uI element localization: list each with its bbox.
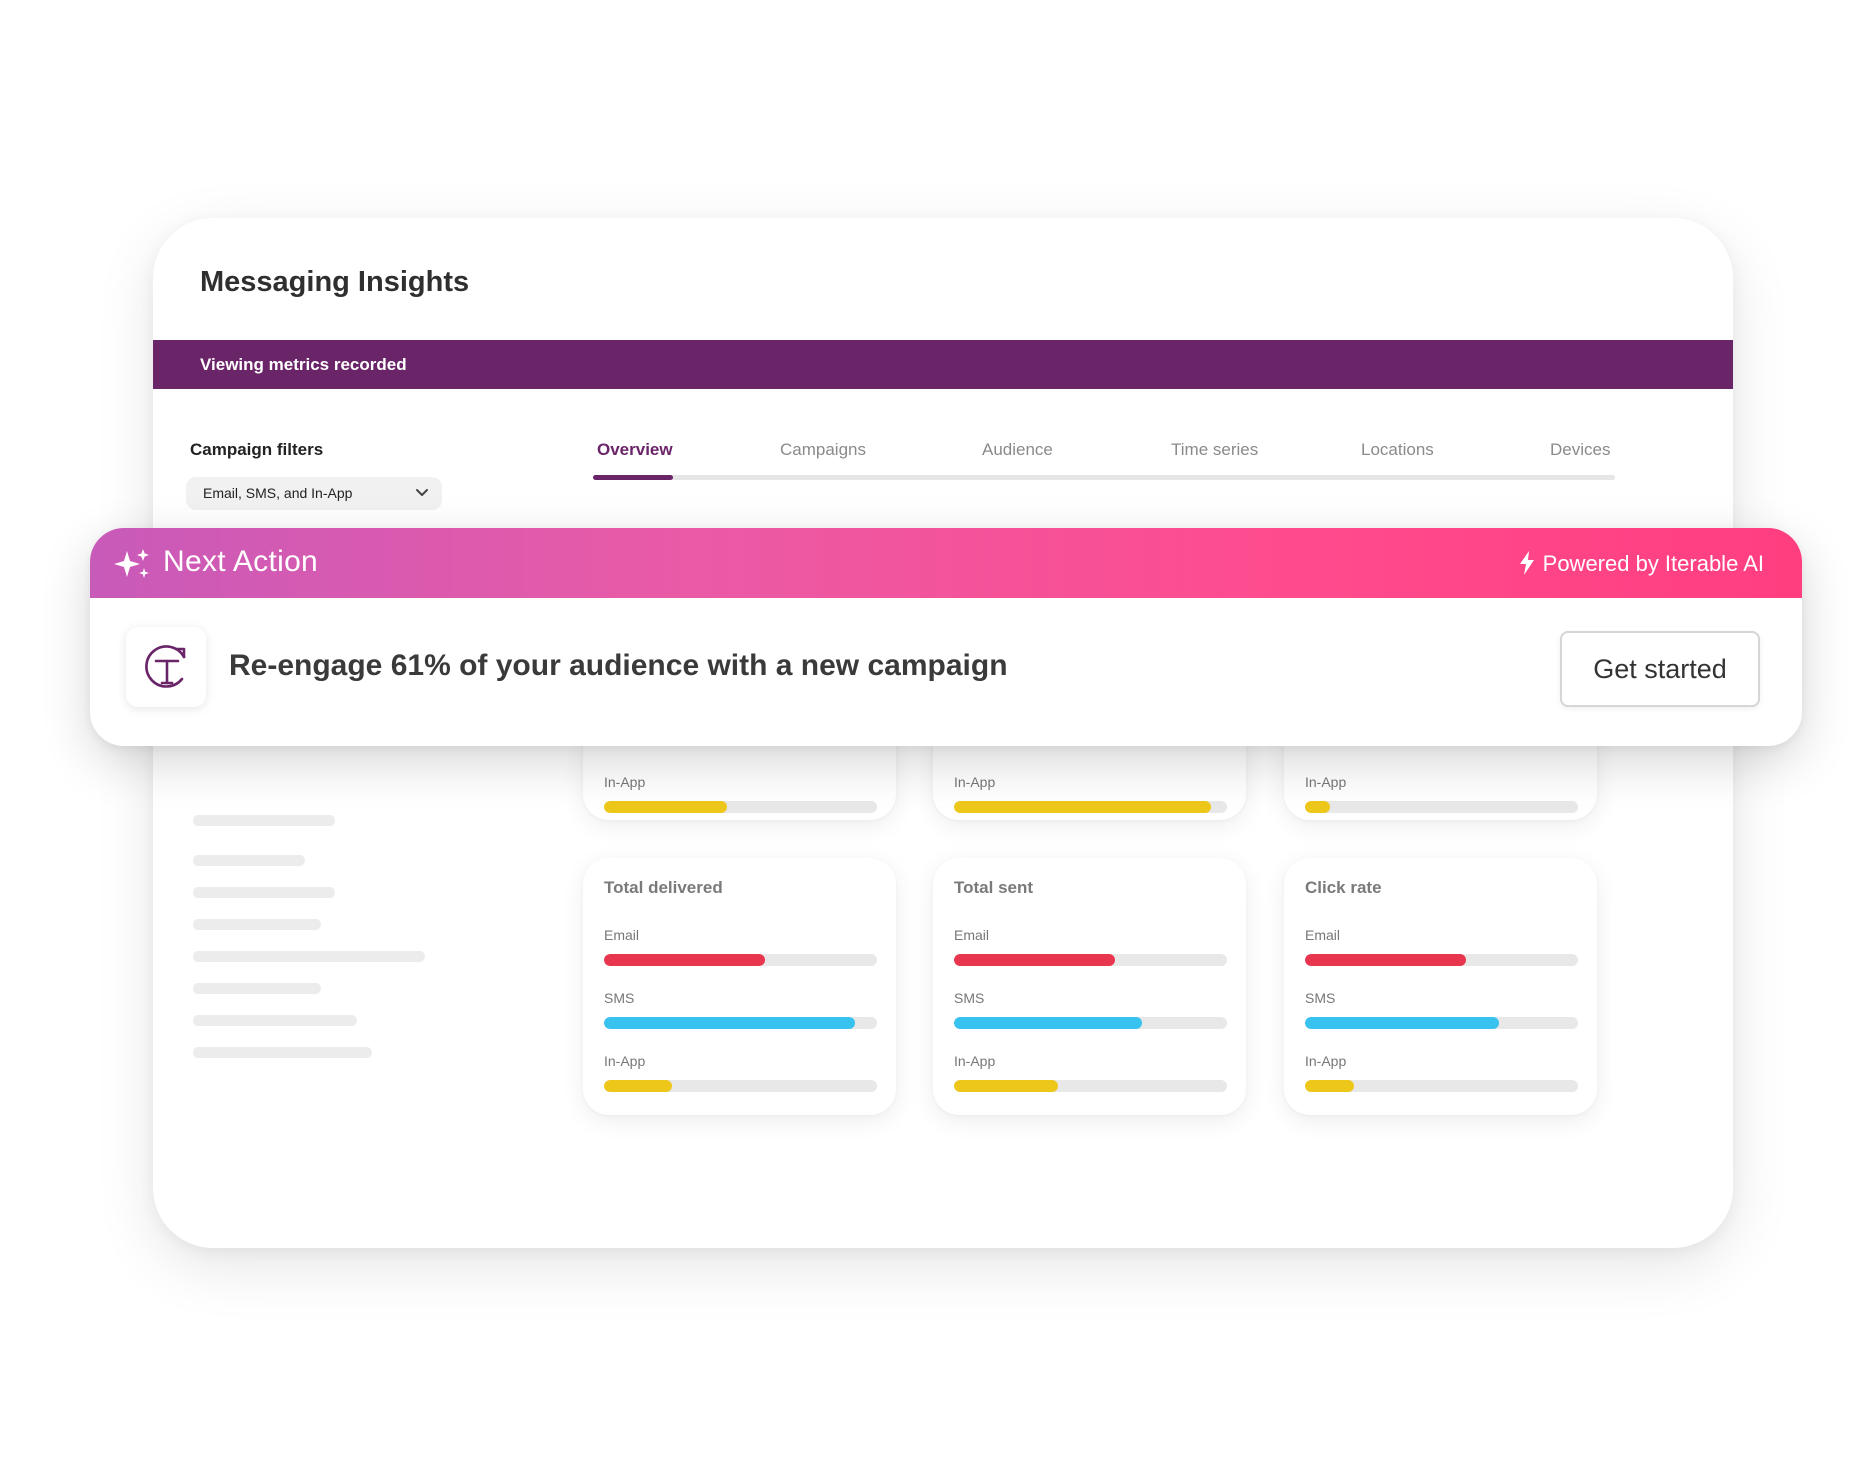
metric-label: Email	[1305, 927, 1341, 943]
get-started-button[interactable]: Get started	[1560, 631, 1760, 707]
metric-card-total-delivered: Total delivered Email SMS In-App	[583, 858, 896, 1115]
next-action-title: Next Action	[163, 545, 319, 578]
metric-bar-track	[1305, 1017, 1578, 1029]
metric-row: In-App	[1305, 1051, 1578, 1092]
metric-bar-fill	[1305, 1017, 1499, 1029]
metric-row: SMS	[1305, 988, 1578, 1029]
tab-audience[interactable]: Audience	[982, 440, 1053, 460]
metric-label: SMS	[604, 990, 635, 1006]
metric-bar-track	[604, 801, 877, 813]
skeleton-line	[193, 1015, 357, 1026]
metric-bar-track	[954, 801, 1227, 813]
re-engage-t-icon	[126, 627, 206, 707]
metric-label: In-App	[954, 1053, 996, 1069]
tab-track	[593, 475, 1615, 480]
metric-label: SMS	[1305, 990, 1336, 1006]
metric-bar-fill	[604, 801, 727, 813]
metric-label: Email	[604, 927, 640, 943]
page-title: Messaging Insights	[200, 266, 470, 298]
metric-bar-fill	[954, 1080, 1058, 1092]
metric-label: In-App	[1305, 1053, 1347, 1069]
skeleton-line	[193, 983, 321, 994]
next-action-message: Re-engage 61% of your audience with a ne…	[229, 649, 1008, 682]
sparkle-icon	[114, 549, 149, 578]
metric-bar-fill	[954, 1017, 1143, 1029]
metric-row: In-App	[1305, 772, 1578, 813]
metrics-banner: Viewing metrics recorded	[153, 340, 1733, 389]
metric-row: In-App	[954, 772, 1227, 813]
metric-row: In-App	[604, 772, 877, 813]
insights-tabs: Overview Campaigns Audience Time series …	[593, 440, 1615, 480]
metric-bar-fill	[1305, 1080, 1355, 1092]
next-action-panel: Next Action Powered by Iterable AI Re-en…	[90, 528, 1802, 746]
metric-bar-fill	[604, 1080, 673, 1092]
metric-bar-track	[604, 954, 877, 966]
metric-bar-track	[1305, 954, 1578, 966]
tab-overview[interactable]: Overview	[597, 440, 673, 460]
tab-time-series[interactable]: Time series	[1171, 440, 1258, 460]
metric-bar-fill	[954, 954, 1116, 966]
metric-bar-fill	[604, 1017, 856, 1029]
metric-bar-track	[954, 1017, 1227, 1029]
skeleton-line	[193, 887, 335, 898]
metric-row: SMS	[954, 988, 1227, 1029]
skeleton-line	[193, 1047, 372, 1058]
metric-card-total-sent: Total sent Email SMS In-App	[933, 858, 1246, 1115]
metric-label: In-App	[1305, 774, 1347, 790]
lightning-bolt-icon	[1519, 551, 1534, 575]
tab-campaigns[interactable]: Campaigns	[780, 440, 866, 460]
metric-row: Email	[954, 925, 1227, 966]
campaign-filter-value: Email, SMS, and In-App	[203, 485, 353, 501]
metric-bar-fill	[1305, 801, 1330, 813]
metric-row: Email	[604, 925, 877, 966]
metric-bar-fill	[604, 954, 766, 966]
campaign-filter-select[interactable]: Email, SMS, and In-App	[186, 477, 442, 510]
powered-by-label: Powered by Iterable AI	[1519, 551, 1764, 577]
metric-row: SMS	[604, 988, 877, 1029]
metric-card-click-rate: Click rate Email SMS In-App	[1284, 858, 1597, 1115]
skeleton-line	[193, 919, 321, 930]
card-title: Total delivered	[604, 878, 723, 897]
metric-row: In-App	[954, 1051, 1227, 1092]
metric-bar-track	[954, 1080, 1227, 1092]
metric-bar-fill	[1305, 954, 1467, 966]
metric-label: In-App	[604, 774, 646, 790]
card-title: Click rate	[1305, 878, 1382, 897]
metric-bar-track	[604, 1080, 877, 1092]
next-action-header: Next Action Powered by Iterable AI	[90, 528, 1802, 598]
campaign-filters-label: Campaign filters	[190, 440, 324, 459]
metric-bar-track	[1305, 801, 1578, 813]
skeleton-line	[193, 951, 425, 962]
metric-bar-track	[954, 954, 1227, 966]
re-engage-logo-graphic	[145, 645, 186, 688]
metric-row: Email	[1305, 925, 1578, 966]
metric-row: In-App	[604, 1051, 877, 1092]
chevron-down-icon	[416, 489, 428, 496]
metric-label: Email	[954, 927, 990, 943]
metric-label: In-App	[954, 774, 996, 790]
tab-active-indicator	[593, 475, 673, 480]
card-title: Total sent	[954, 878, 1034, 897]
powered-by-text: Powered by Iterable AI	[1542, 551, 1764, 576]
metric-label: SMS	[954, 990, 985, 1006]
skeleton-line	[193, 855, 305, 866]
tab-locations[interactable]: Locations	[1361, 440, 1434, 460]
skeleton-line	[193, 815, 335, 826]
metric-bar-track	[604, 1017, 877, 1029]
metric-bar-track	[1305, 1080, 1578, 1092]
metric-bar-fill	[954, 801, 1211, 813]
metric-label: In-App	[604, 1053, 646, 1069]
tab-devices[interactable]: Devices	[1550, 440, 1610, 460]
